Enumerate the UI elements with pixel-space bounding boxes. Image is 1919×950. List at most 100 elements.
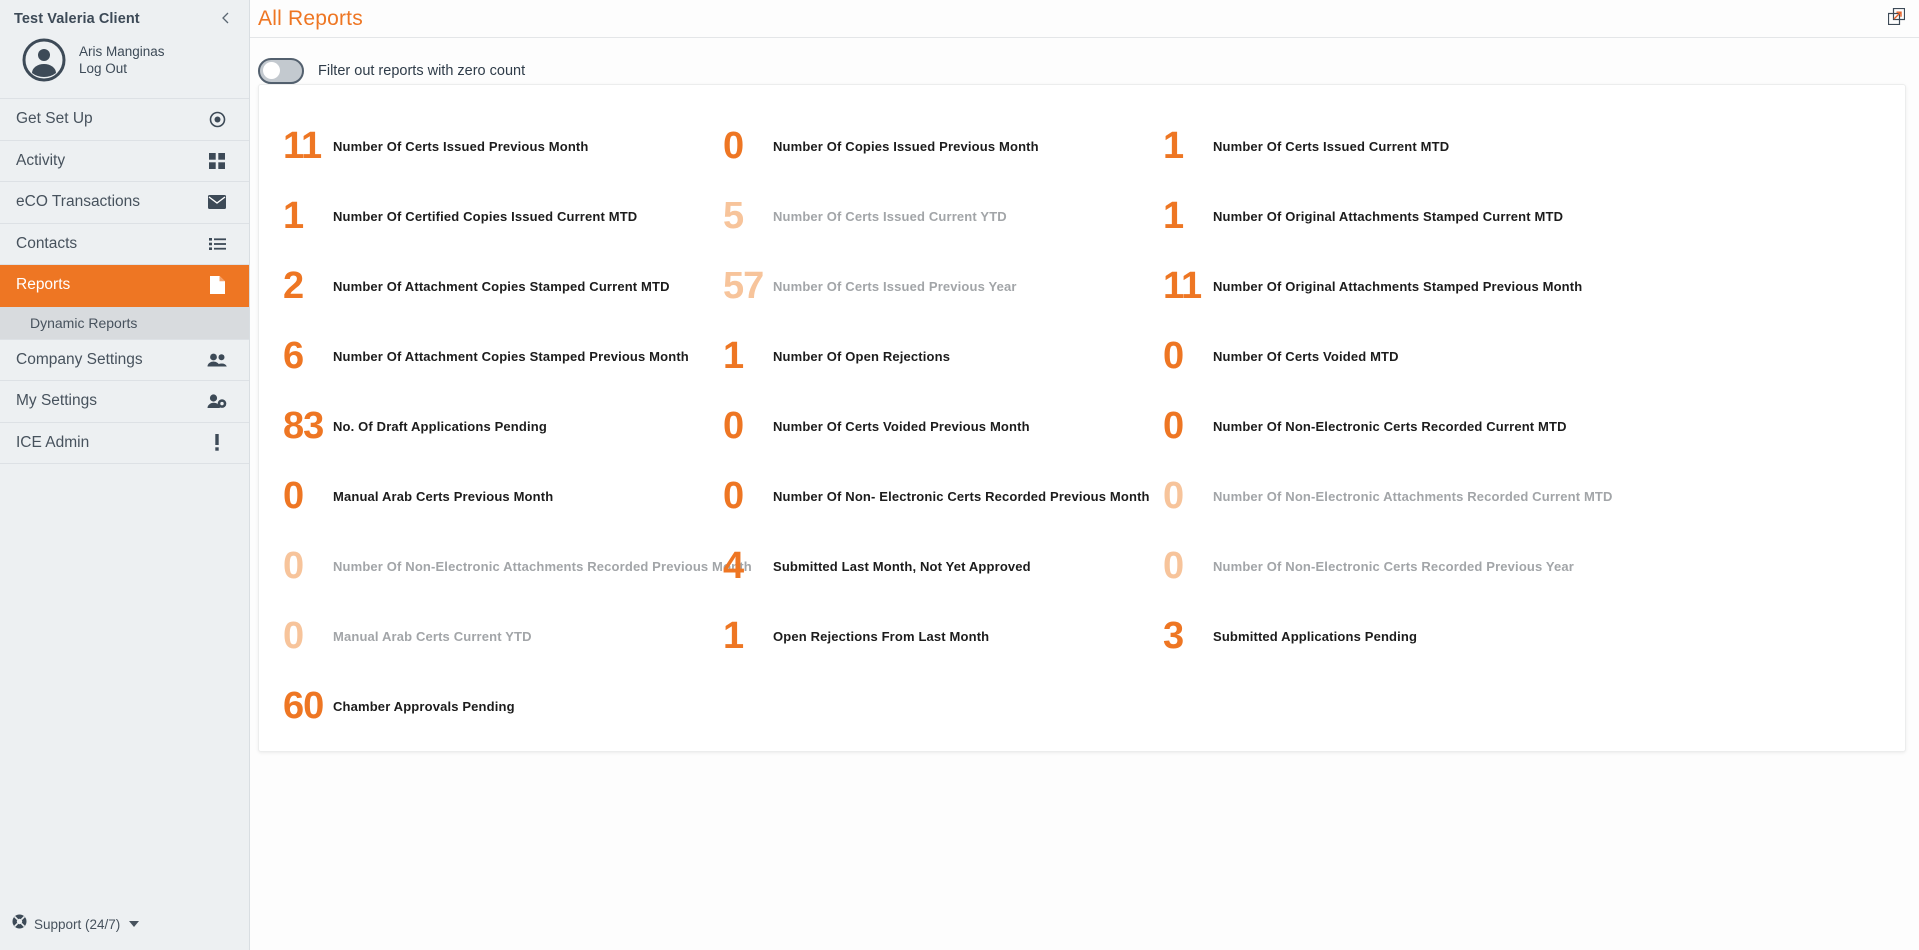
stat-label: Number Of Open Rejections — [773, 348, 951, 364]
document-icon — [207, 275, 227, 295]
reports-panel: 11 Number Of Certs Issued Previous Month… — [258, 84, 1906, 752]
stat-value: 0 — [723, 125, 744, 167]
report-stat[interactable]: 0 Number Of Non-Electronic Certs Recorde… — [1163, 531, 1905, 601]
report-stat[interactable]: 2 Number Of Attachment Copies Stamped Cu… — [283, 251, 723, 321]
sidebar-item-label: My Settings — [16, 392, 97, 410]
report-stat[interactable]: 0 Manual Arab Certs Previous Month — [283, 461, 723, 531]
envelope-icon — [207, 192, 227, 212]
stat-value: 83 — [283, 405, 324, 447]
report-stat[interactable]: 1 Number Of Open Rejections — [723, 321, 1163, 391]
report-stat[interactable]: 6 Number Of Attachment Copies Stamped Pr… — [283, 321, 723, 391]
filter-zero-count-toggle[interactable] — [258, 57, 304, 84]
stat-label: Submitted Applications Pending — [1213, 628, 1418, 644]
stat-value: 0 — [1163, 545, 1184, 587]
report-stat[interactable]: 1 Number Of Certified Copies Issued Curr… — [283, 181, 723, 251]
stat-label: Manual Arab Certs Current YTD — [333, 628, 532, 644]
report-stat[interactable]: 0 Number Of Non-Electronic Attachments R… — [1163, 461, 1905, 531]
sidebar-item-activity[interactable]: Activity — [0, 141, 249, 182]
sidebar-item-ice-admin[interactable]: ICE Admin — [0, 423, 249, 464]
stat-value: 11 — [283, 125, 322, 167]
sidebar-subitem-label: Dynamic Reports — [30, 314, 138, 331]
report-stat[interactable]: 4 Submitted Last Month, Not Yet Approved — [723, 531, 1163, 601]
report-stat[interactable]: 60 Chamber Approvals Pending — [283, 671, 723, 741]
stat-value: 4 — [723, 545, 744, 587]
stat-value: 60 — [283, 685, 324, 727]
app-root: Test Valeria Client Aris Manginas Log Ou… — [0, 0, 1919, 950]
report-stat[interactable]: 0 Number Of Non-Electronic Attachments R… — [283, 531, 752, 601]
report-stat[interactable]: 57 Number Of Certs Issued Previous Year — [723, 251, 1163, 321]
logout-link[interactable]: Log Out — [79, 61, 165, 76]
main-content: All Reports Filter out reports with zero… — [250, 0, 1919, 950]
report-stat[interactable]: 1 Number Of Certs Issued Current MTD — [1163, 111, 1905, 181]
stat-label: Number Of Non-Electronic Certs Recorded … — [1213, 558, 1574, 574]
sidebar-item-label: Activity — [16, 151, 66, 169]
sidebar-item-my-settings[interactable]: My Settings — [0, 381, 249, 423]
stat-value: 1 — [1163, 125, 1184, 167]
stat-label: Chamber Approvals Pending — [333, 698, 515, 714]
stat-label: Number Of Non-Electronic Attachments Rec… — [1213, 488, 1613, 504]
stat-label: Number Of Certs Issued Current MTD — [1213, 138, 1450, 154]
report-stat[interactable]: 5 Number Of Certs Issued Current YTD — [723, 181, 1163, 251]
stat-label: Open Rejections From Last Month — [773, 628, 990, 644]
stat-value: 0 — [1163, 405, 1184, 447]
sidebar-item-label: Contacts — [16, 234, 78, 252]
stat-label: Number Of Attachment Copies Stamped Prev… — [333, 348, 689, 364]
stat-label: Number Of Certified Copies Issued Curren… — [333, 208, 638, 224]
filter-row: Filter out reports with zero count — [250, 38, 1919, 88]
stat-value: 0 — [1163, 475, 1184, 517]
stat-value: 0 — [283, 545, 304, 587]
reports-grid: 11 Number Of Certs Issued Previous Month… — [259, 85, 1905, 741]
support-link[interactable]: Support (24/7) — [0, 914, 249, 950]
user-block: Aris Manginas Log Out — [0, 27, 249, 98]
report-stat[interactable]: 0 Number Of Non- Electronic Certs Record… — [723, 461, 1163, 531]
stat-value: 2 — [283, 265, 304, 307]
stat-value: 5 — [723, 195, 744, 237]
user-gear-icon — [207, 391, 227, 411]
user-circle-icon — [22, 38, 66, 82]
stat-label: Number Of Non-Electronic Certs Recorded … — [1213, 418, 1567, 434]
stat-label: Number Of Certs Issued Previous Month — [333, 138, 589, 154]
client-name: Test Valeria Client — [14, 11, 140, 27]
sidebar-item-reports[interactable]: Reports — [0, 265, 249, 307]
sidebar-item-company-settings[interactable]: Company Settings — [0, 340, 249, 381]
stat-label: Number Of Certs Voided MTD — [1213, 348, 1399, 364]
report-stat[interactable]: 11 Number Of Original Attachments Stampe… — [1163, 251, 1905, 321]
caret-down-icon[interactable] — [129, 921, 140, 927]
lifebuoy-icon — [12, 914, 27, 934]
report-stat[interactable]: 0 Number Of Certs Voided MTD — [1163, 321, 1905, 391]
reports-column-3: 1 Number Of Certs Issued Current MTD 1 N… — [1163, 111, 1905, 741]
report-stat[interactable]: 0 Number Of Copies Issued Previous Month — [723, 111, 1163, 181]
sidebar-item-contacts[interactable]: Contacts — [0, 224, 249, 265]
report-stat[interactable]: 11 Number Of Certs Issued Previous Month — [283, 111, 723, 181]
stat-value: 0 — [723, 475, 744, 517]
stat-value: 3 — [1163, 615, 1184, 657]
stat-value: 0 — [1163, 335, 1184, 377]
support-label: Support (24/7) — [34, 916, 121, 932]
stat-value: 6 — [283, 335, 304, 377]
report-stat[interactable]: 0 Number Of Non-Electronic Certs Recorde… — [1163, 391, 1905, 461]
report-stat[interactable]: 3 Submitted Applications Pending — [1163, 601, 1905, 671]
reports-column-2: 0 Number Of Copies Issued Previous Month… — [723, 111, 1163, 741]
report-stat[interactable]: 1 Open Rejections From Last Month — [723, 601, 1163, 671]
sidebar: Test Valeria Client Aris Manginas Log Ou… — [0, 0, 250, 950]
stat-value: 0 — [723, 405, 744, 447]
stat-label: Number Of Non-Electronic Attachments Rec… — [333, 558, 752, 574]
sidebar-item-eco-transactions[interactable]: eCO Transactions — [0, 182, 249, 224]
exclamation-icon — [207, 433, 227, 453]
sidebar-item-get-set-up[interactable]: Get Set Up — [0, 99, 249, 141]
sidebar-item-label: ICE Admin — [16, 433, 90, 451]
people-icon — [207, 350, 227, 370]
stat-value: 1 — [1163, 195, 1184, 237]
topbar: All Reports — [250, 0, 1919, 38]
stat-value: 11 — [1163, 265, 1202, 307]
report-stat[interactable]: 1 Number Of Original Attachments Stamped… — [1163, 181, 1905, 251]
stat-label: Submitted Last Month, Not Yet Approved — [773, 558, 1031, 574]
sidebar-item-dynamic-reports[interactable]: Dynamic Reports — [0, 306, 249, 340]
report-stat[interactable]: 83 No. Of Draft Applications Pending — [283, 391, 723, 461]
report-stat[interactable]: 0 Number Of Certs Voided Previous Month — [723, 391, 1163, 461]
expand-window-icon[interactable] — [1887, 7, 1906, 30]
stat-value: 1 — [283, 195, 304, 237]
grid-icon — [207, 151, 227, 171]
report-stat[interactable]: 0 Manual Arab Certs Current YTD — [283, 601, 723, 671]
chevron-left-icon[interactable] — [216, 11, 235, 27]
